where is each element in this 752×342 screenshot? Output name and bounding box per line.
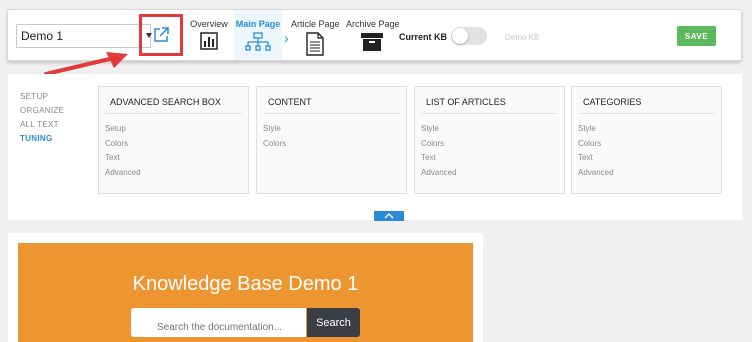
card-option[interactable]: Style bbox=[421, 124, 564, 139]
advanced-search-box-card: ADVANCED SEARCH BOX Setup Colors Text Ad… bbox=[98, 86, 249, 194]
search-banner: Knowledge Base Demo 1 Search bbox=[18, 243, 473, 342]
nav-overview[interactable]: Overview bbox=[190, 10, 228, 60]
card-option[interactable]: Colors bbox=[421, 139, 564, 154]
open-in-new-tab-button[interactable] bbox=[139, 14, 183, 56]
nav-article-page-label: Article Page bbox=[291, 19, 340, 29]
document-icon bbox=[306, 32, 324, 56]
sitemap-icon bbox=[245, 32, 271, 51]
card-option[interactable]: Advanced bbox=[578, 168, 721, 183]
side-nav-all-text[interactable]: ALL TEXT bbox=[20, 120, 64, 134]
nav-archive-page-label: Archive Page bbox=[346, 19, 400, 29]
search-input[interactable] bbox=[131, 308, 306, 337]
demo-kb-label: Demo KB bbox=[505, 33, 540, 42]
external-link-icon bbox=[154, 27, 169, 42]
content-card: CONTENT Style Colors bbox=[256, 86, 407, 194]
side-nav: SETUP ORGANIZE ALL TEXT TUNING bbox=[20, 92, 64, 148]
bar-chart-icon bbox=[200, 32, 218, 50]
collapse-panel-button[interactable] bbox=[374, 211, 404, 221]
card-title: ADVANCED SEARCH BOX bbox=[105, 87, 242, 114]
kb-preview: Knowledge Base Demo 1 Search bbox=[8, 233, 483, 342]
side-nav-tuning[interactable]: TUNING bbox=[20, 134, 64, 148]
nav-archive-page[interactable]: Archive Page bbox=[346, 10, 400, 60]
side-nav-setup[interactable]: SETUP bbox=[20, 92, 64, 106]
card-option[interactable]: Advanced bbox=[421, 168, 564, 183]
list-of-articles-card: LIST OF ARTICLES Style Colors Text Advan… bbox=[414, 86, 565, 194]
card-option[interactable]: Setup bbox=[105, 124, 248, 139]
card-option[interactable]: Colors bbox=[263, 139, 406, 154]
archive-icon bbox=[361, 33, 383, 51]
card-title: CONTENT bbox=[263, 87, 400, 114]
kb-select[interactable]: Demo 1 bbox=[16, 24, 152, 48]
categories-card: CATEGORIES Style Colors Text Advanced bbox=[571, 86, 722, 194]
nav-main-page-label: Main Page bbox=[235, 19, 281, 29]
card-option[interactable]: Text bbox=[421, 153, 564, 168]
nav-main-page[interactable]: Main Page bbox=[234, 10, 282, 60]
kb-toggle[interactable] bbox=[451, 27, 487, 45]
card-option[interactable]: Text bbox=[105, 153, 248, 168]
card-option[interactable]: Text bbox=[578, 153, 721, 168]
card-option[interactable]: Style bbox=[578, 124, 721, 139]
settings-panel: SETUP ORGANIZE ALL TEXT TUNING ADVANCED … bbox=[8, 74, 742, 220]
nav-article-page[interactable]: Article Page bbox=[291, 10, 340, 60]
card-title: CATEGORIES bbox=[578, 87, 715, 114]
card-option[interactable]: Colors bbox=[578, 139, 721, 154]
current-kb-label: Current KB bbox=[399, 32, 448, 42]
card-title: LIST OF ARTICLES bbox=[421, 87, 558, 114]
side-nav-organize[interactable]: ORGANIZE bbox=[20, 106, 64, 120]
card-option[interactable]: Colors bbox=[105, 139, 248, 154]
card-option[interactable]: Style bbox=[263, 124, 406, 139]
toggle-knob bbox=[452, 28, 468, 44]
chevron-up-icon bbox=[384, 213, 394, 219]
search-button[interactable]: Search bbox=[307, 308, 360, 337]
nav-overview-label: Overview bbox=[190, 19, 228, 29]
chevron-right-icon: › bbox=[284, 30, 289, 46]
card-option[interactable]: Advanced bbox=[105, 168, 248, 183]
save-button[interactable]: SAVE bbox=[677, 26, 716, 46]
banner-title: Knowledge Base Demo 1 bbox=[132, 273, 359, 295]
kb-select-value: Demo 1 bbox=[21, 29, 64, 43]
